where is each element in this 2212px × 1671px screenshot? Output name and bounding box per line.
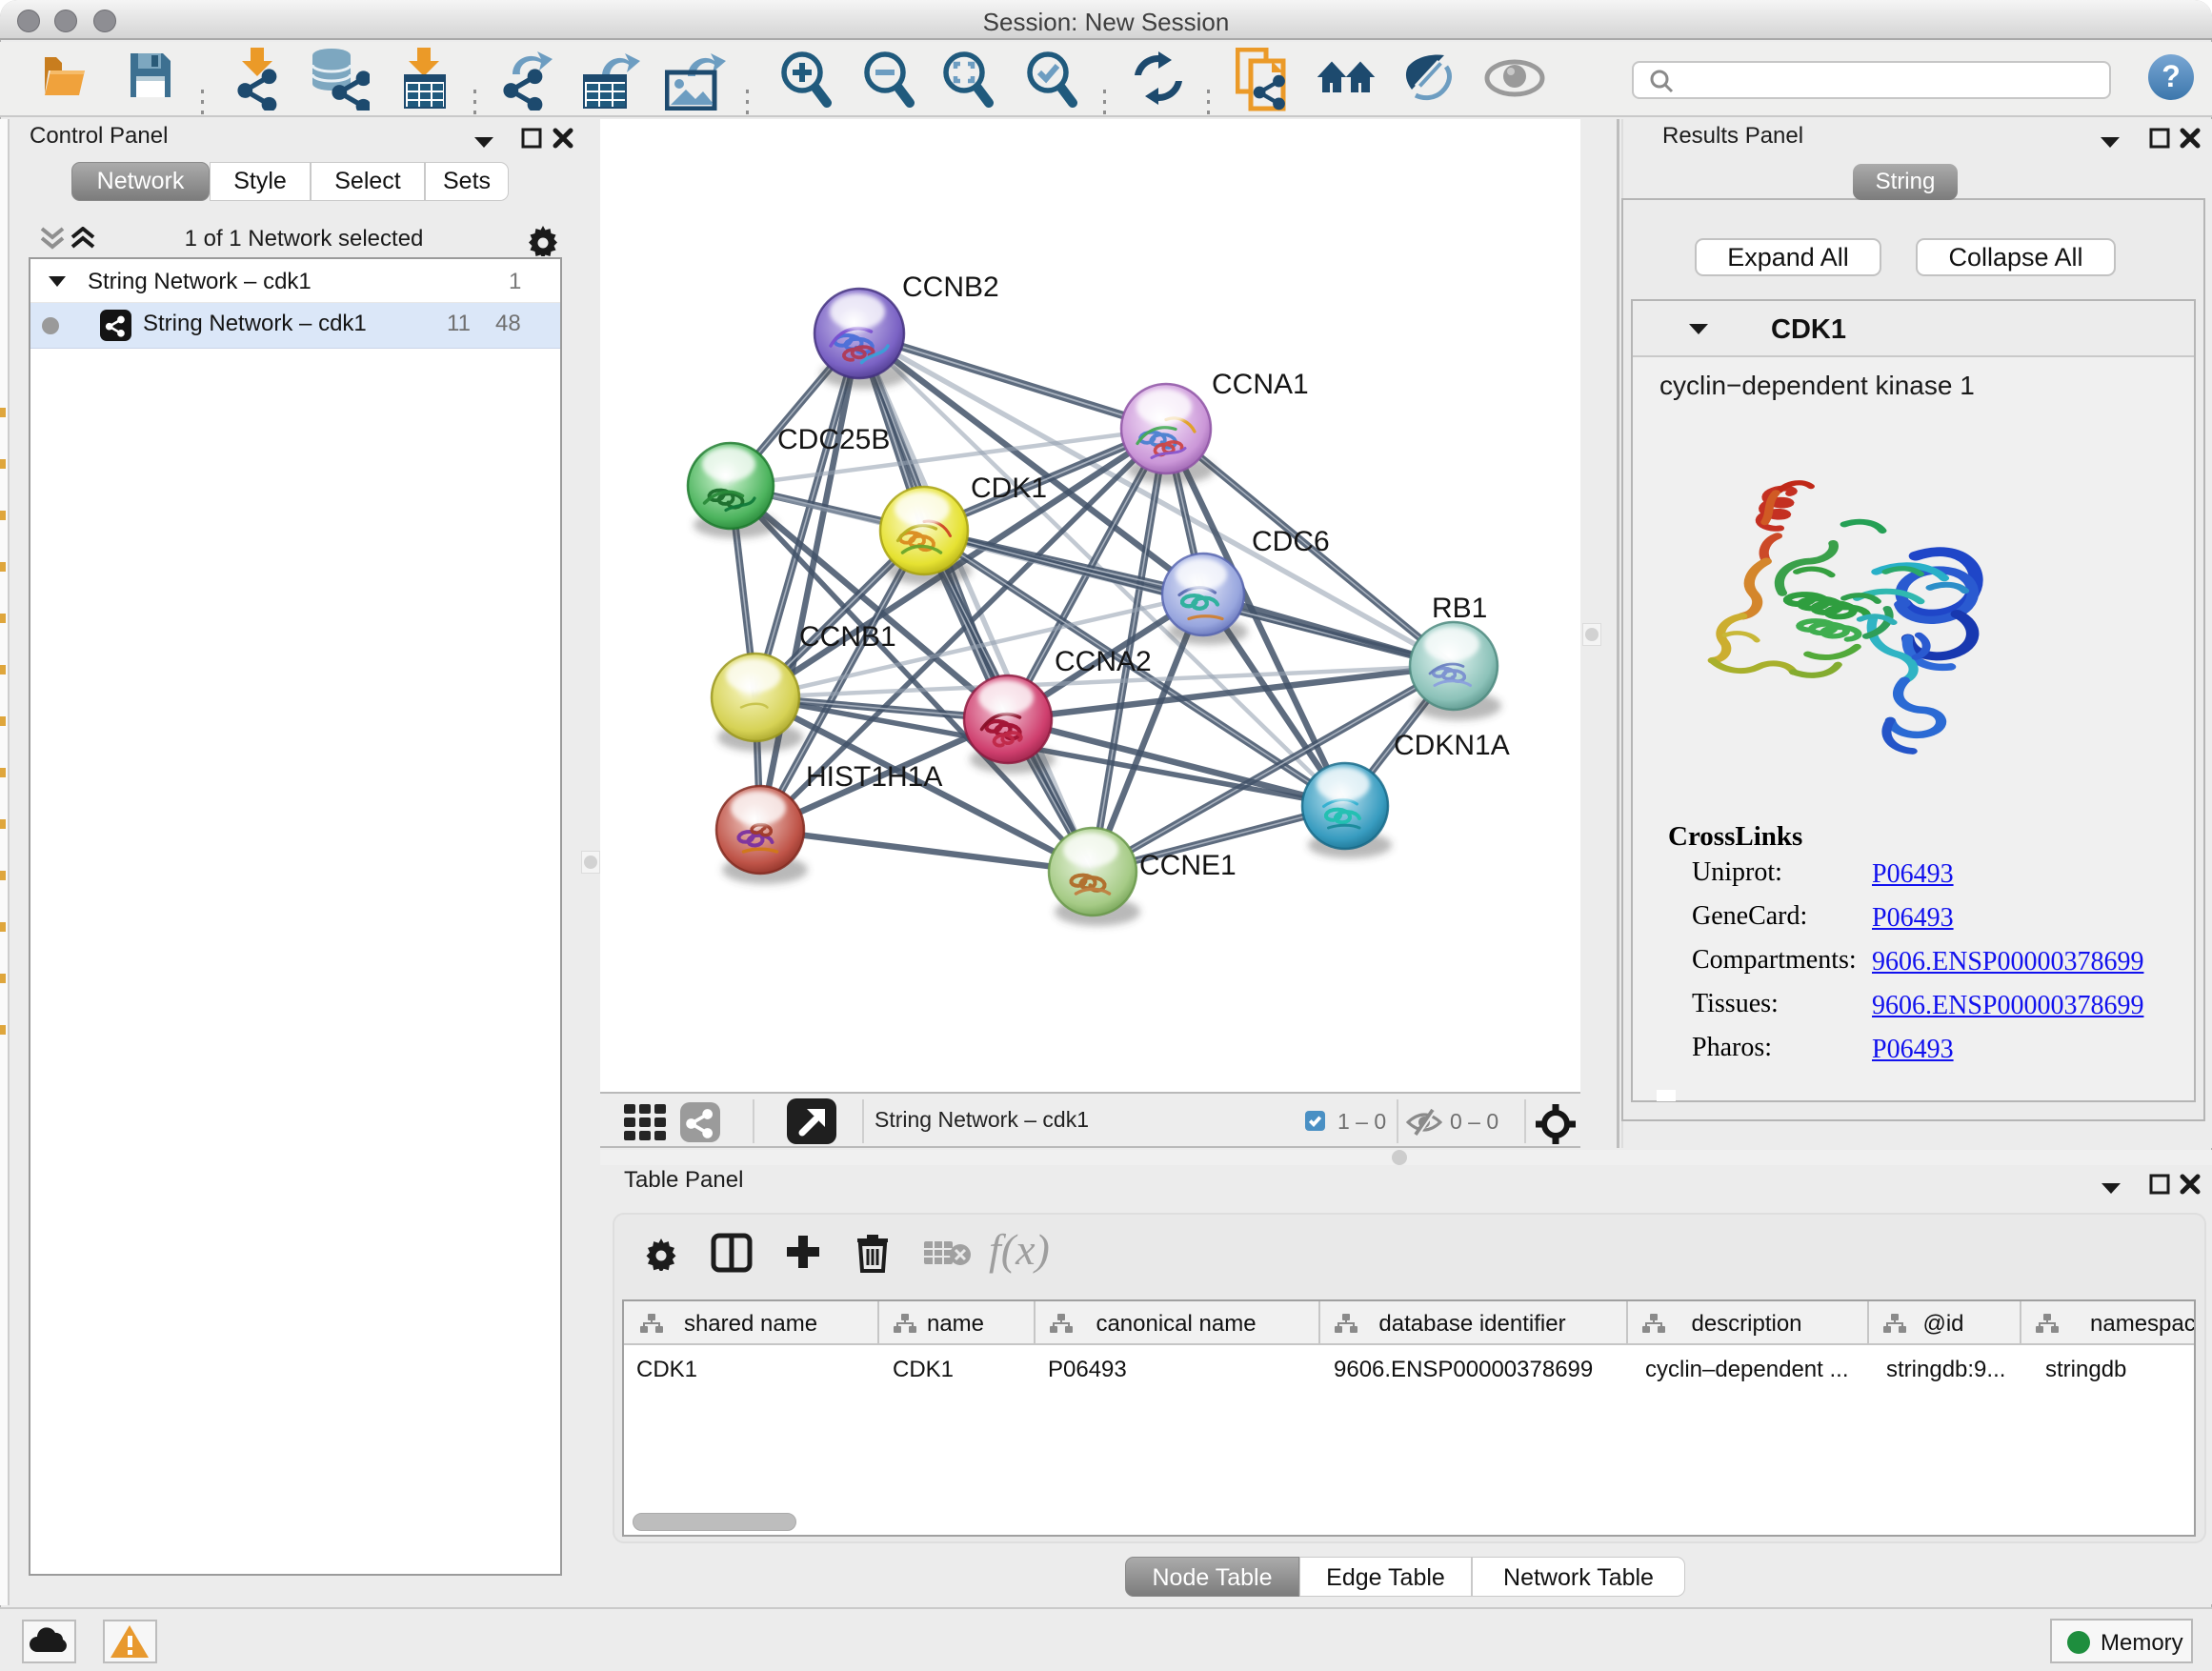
svg-text:CCNB2: CCNB2 (902, 272, 999, 303)
svg-text:CDK1: CDK1 (971, 473, 1047, 504)
svg-text:RB1: RB1 (1432, 593, 1487, 624)
svg-text:CDC6: CDC6 (1252, 526, 1330, 557)
svg-text:CCNE1: CCNE1 (1139, 850, 1237, 881)
svg-text:CCNB1: CCNB1 (799, 621, 896, 653)
svg-text:CDKN1A: CDKN1A (1394, 730, 1510, 761)
svg-text:CCNA2: CCNA2 (1055, 646, 1152, 677)
svg-text:CDC25B: CDC25B (777, 424, 890, 455)
svg-text:HIST1H1A: HIST1H1A (806, 761, 942, 793)
svg-text:CCNA1: CCNA1 (1212, 369, 1309, 400)
